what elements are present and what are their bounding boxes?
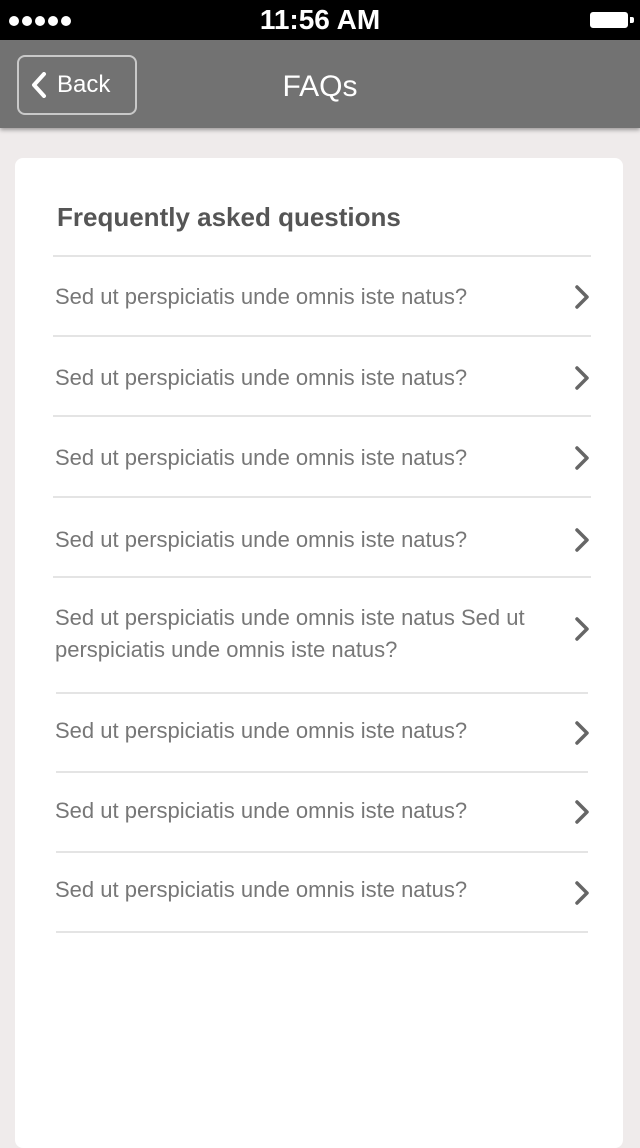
faq-item[interactable]: Sed ut perspiciatis unde omnis iste natu…: [53, 415, 591, 496]
navigation-bar: Back FAQs: [0, 40, 640, 128]
faq-question: Sed ut perspiciatis unde omnis iste natu…: [55, 365, 468, 390]
faq-item[interactable]: Sed ut perspiciatis unde omnis iste natu…: [55, 851, 589, 931]
faq-question: Sed ut perspiciatis unde omnis iste natu…: [55, 527, 468, 552]
list-divider: [56, 931, 588, 933]
chevron-right-icon: [575, 617, 589, 641]
faq-card: Frequently asked questions Sed ut perspi…: [15, 158, 623, 1148]
battery-icon: [590, 12, 628, 28]
chevron-right-icon: [575, 881, 589, 905]
chevron-right-icon: [575, 721, 589, 745]
status-bar: 11:56 AM: [0, 0, 640, 40]
chevron-left-icon: [32, 72, 46, 98]
chevron-right-icon: [575, 528, 589, 552]
faq-item[interactable]: Sed ut perspiciatis unde omnis iste natu…: [55, 692, 589, 771]
faq-question: Sed ut perspiciatis unde omnis iste natu…: [55, 798, 468, 823]
faq-item[interactable]: Sed ut perspiciatis unde omnis iste natu…: [53, 496, 591, 576]
faq-question: Sed ut perspiciatis unde omnis iste natu…: [55, 718, 468, 743]
chevron-right-icon: [575, 285, 589, 309]
battery-tip: [630, 17, 634, 23]
faq-item[interactable]: Sed ut perspiciatis unde omnis iste natu…: [55, 771, 589, 851]
section-title: Frequently asked questions: [57, 202, 401, 232]
back-button-label: Back: [57, 71, 111, 98]
faq-question: Sed ut perspiciatis unde omnis iste natu…: [55, 284, 468, 309]
faq-item[interactable]: Sed ut perspiciatis unde omnis iste natu…: [53, 255, 591, 335]
chevron-right-icon: [575, 800, 589, 824]
chevron-right-icon: [575, 366, 589, 390]
faq-question: Sed ut perspiciatis unde omnis iste natu…: [55, 877, 468, 902]
faq-question: Sed ut perspiciatis unde omnis iste natu…: [55, 445, 468, 470]
back-button[interactable]: Back: [17, 55, 137, 115]
faq-item[interactable]: Sed ut perspiciatis unde omnis iste natu…: [53, 576, 591, 692]
chevron-right-icon: [575, 446, 589, 470]
faq-item[interactable]: Sed ut perspiciatis unde omnis iste natu…: [53, 335, 591, 415]
status-time: 11:56 AM: [259, 4, 381, 35]
faq-question: Sed ut perspiciatis unde omnis iste natu…: [55, 605, 525, 662]
